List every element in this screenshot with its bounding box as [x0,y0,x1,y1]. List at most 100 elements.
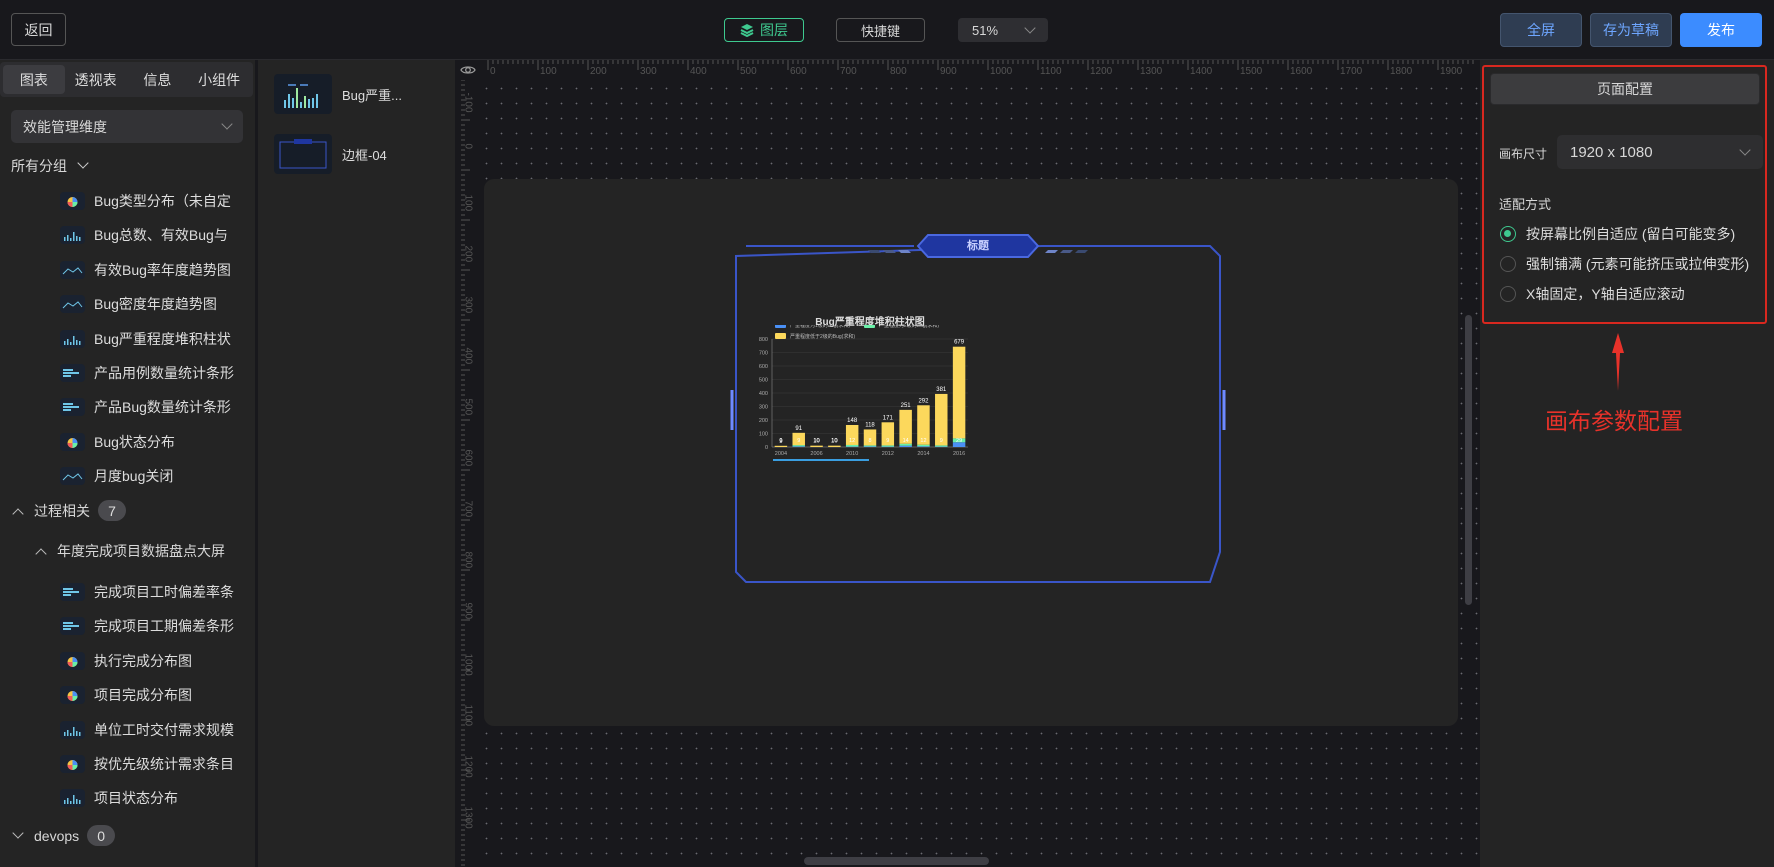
legend-label: 严重程度为1级的Bug(求和) [790,325,850,329]
count-badge: 0 [87,825,116,846]
ruler-label: 1200 [1090,66,1113,77]
ruler-label: 1700 [1340,66,1363,77]
count-badge: 7 [98,500,126,521]
item-label: 执行完成分布图 [94,652,192,669]
y-tick-label: 600 [759,364,768,370]
canvas-size-select[interactable]: 1920 x 1080 [1557,135,1763,169]
chart-template-item[interactable]: 月度bug关闭 [60,463,250,489]
horizontal-scrollbar[interactable] [804,857,989,865]
item-label: 按优先级统计需求条目 [94,756,234,772]
save-draft-button[interactable]: 存为草稿 [1590,13,1672,47]
ruler-label: 1000 [990,66,1013,77]
back-button[interactable]: 返回 [11,13,66,46]
bar-segment [792,446,805,447]
chart-template-item[interactable]: 执行完成分布图 [60,648,250,674]
bar-total-label: 118 [865,422,875,428]
chart-template-item[interactable]: 按优先级统计需求条目 [60,751,250,777]
bar-total-label: 91 [795,426,802,432]
layers-button[interactable]: 图层 [724,18,804,42]
chart-template-item[interactable]: 项目完成分布图 [60,682,250,708]
fit-option-proportional[interactable]: 按屏幕比例自适应 (留白可能变多) [1500,224,1735,244]
zoom-value: 51% [972,22,999,38]
pie-chart-icon [60,192,85,210]
item-label: 完成项目工期偏差条形 [94,618,234,635]
chevron-down-icon [12,826,24,839]
stacked-bar-chart[interactable]: 0 100 200 300 400 500 600 700 800 9 9 2004 91 9 10 10 20… [740,325,980,470]
ruler-label: 100 [462,194,474,212]
y-tick-label: 0 [765,445,768,451]
chart-template-item[interactable]: 有效Bug率年度趋势图 [60,257,250,283]
tab-pivot[interactable]: 透视表 [65,65,127,94]
zoom-select[interactable]: 51% [958,18,1048,42]
fit-option-label: 强制铺满 (元素可能挤压或拉伸变形) [1526,256,1750,272]
eye-toggle[interactable] [458,60,478,80]
bar-total-label: 292 [918,398,929,404]
layer-item-bug-chart[interactable]: Bug严重... [274,74,402,114]
fit-option-x-fixed[interactable]: X轴固定，Y轴自适应滚动 [1500,284,1685,304]
chart-template-item[interactable]: 产品Bug数量统计条形 [60,394,250,420]
ruler-label: 400 [462,347,474,365]
ruler-label: 700 [462,500,474,518]
bar-inner-label: 9 [797,438,800,444]
bar-total-label: 679 [954,340,965,346]
chevron-down-icon [221,118,233,130]
ruler-label: 800 [462,551,474,569]
legend-swatch [775,325,786,328]
chart-template-item[interactable]: Bug密度年度趋势图 [60,291,250,317]
line-chart-icon [60,260,85,279]
group-devops[interactable]: devops 0 [12,825,116,846]
layer-label: Bug严重... [342,87,402,103]
pie-chart-icon [60,432,85,451]
shortcuts-button[interactable]: 快捷键 [836,18,925,42]
bar-inner-label: 9 [886,438,889,444]
tab-widgets[interactable]: 小组件 [188,65,250,94]
bar-inner-label: 14 [903,438,909,444]
group-process[interactable]: 过程相关 7 [12,500,126,521]
chart-template-item[interactable]: 单位工时交付需求规模 [60,717,250,743]
ruler-label: 1400 [1190,66,1213,77]
chart-template-item[interactable]: Bug状态分布 [60,429,250,455]
bar-segment [828,445,841,447]
layer-item-border[interactable]: 边框-04 [274,134,387,174]
tab-charts[interactable]: 图表 [3,65,65,94]
ruler-label: -100 [462,92,474,113]
horizontal-ruler: 0 100 200 300 400 500 600 700 800 900 1000 1100 1200… [458,60,1478,80]
all-groups-toggle[interactable]: 所有分组 [11,156,89,176]
chart-template-item[interactable]: Bug类型分布（未自定 [60,188,250,214]
chart-template-item[interactable]: 完成项目工期偏差条形 [60,613,250,639]
bar-segment [917,446,930,447]
fullscreen-button[interactable]: 全屏 [1500,13,1582,47]
legend-label: 严重程度低于2级的Bug(求和) [790,333,855,340]
vertical-scrollbar[interactable] [1465,315,1472,605]
page-config-tab[interactable]: 页面配置 [1490,73,1760,105]
layers-icon [740,24,754,37]
bar-inner-label: 10 [831,438,837,444]
item-label: 完成项目工时偏差率条 [94,584,234,600]
all-groups-label: 所有分组 [11,158,67,174]
bar-segment [899,445,912,447]
subgroup-annual[interactable]: 年度完成项目数据盘点大屏 [35,541,225,561]
chart-template-item[interactable]: Bug严重程度堆积柱状 [60,326,250,352]
chart-template-item[interactable]: 完成项目工时偏差率条 [60,579,250,605]
fit-option-label: X轴固定，Y轴自适应滚动 [1526,286,1685,302]
x-tick-label: 2010 [846,451,858,457]
chart-template-item[interactable]: 项目状态分布 [60,785,250,811]
fit-option-stretch[interactable]: 强制铺满 (元素可能挤压或拉伸变形) [1500,254,1749,274]
x-tick-label: 2016 [953,451,965,457]
subgroup-label: 年度完成项目数据盘点大屏 [57,543,225,559]
bar-total-label: 148 [847,418,858,424]
tab-info[interactable]: 信息 [127,65,189,94]
hbar-chart-icon [60,617,85,636]
bar-segment [845,444,859,447]
bar-inner-label: 8 [868,438,871,444]
bar-inner-label: 29 [956,438,962,444]
item-label: 项目完成分布图 [94,687,192,704]
chart-template-item[interactable]: Bug总数、有效Bug与 [60,222,250,248]
publish-button[interactable]: 发布 [1680,13,1762,47]
item-label: Bug状态分布 [94,433,175,450]
ruler-label: 1100 [462,704,474,727]
bar-segment [863,446,877,447]
bar-segment [863,445,877,447]
chart-template-item[interactable]: 产品用例数量统计条形 [60,360,250,386]
dimension-select[interactable]: 效能管理维度 [11,110,243,143]
